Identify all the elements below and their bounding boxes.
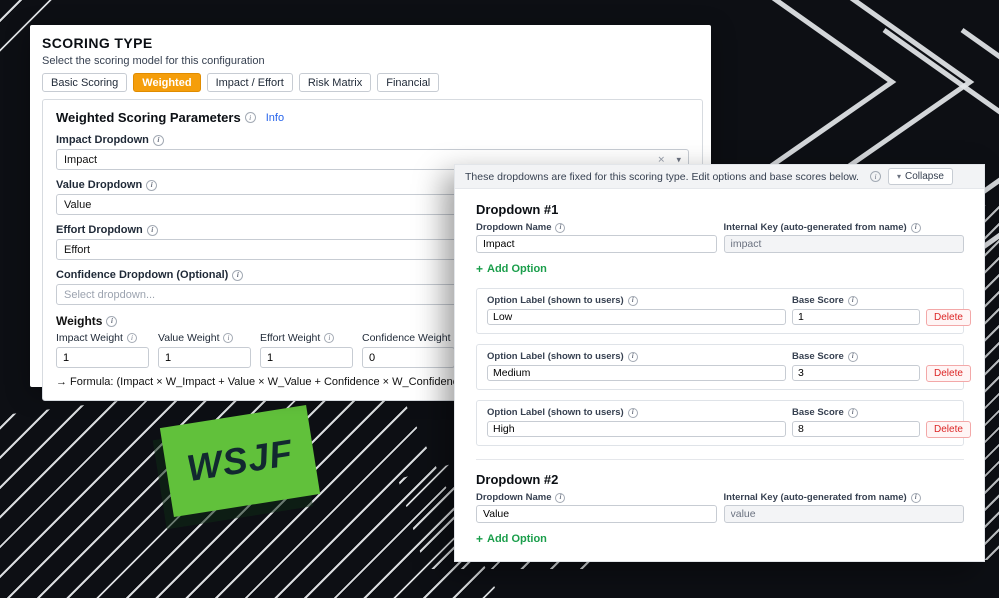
- info-icon[interactable]: [555, 492, 566, 503]
- dropdown-2-field-labels: Dropdown Name Internal Key (auto-generat…: [476, 492, 964, 503]
- effort-weight-label: Effort Weight: [260, 332, 353, 344]
- info-icon[interactable]: [847, 351, 858, 362]
- tab-risk-matrix[interactable]: Risk Matrix: [298, 73, 372, 92]
- base-score-caption: Base Score: [792, 351, 920, 362]
- page-subtitle: Select the scoring model for this config…: [42, 55, 265, 67]
- impact-weight-label: Impact Weight: [56, 332, 149, 344]
- info-icon[interactable]: [910, 492, 921, 503]
- option-row: Option Label (shown to users) Base Score…: [476, 344, 971, 390]
- option-label-caption: Option Label (shown to users): [487, 351, 786, 362]
- chevron-down-icon: [897, 171, 901, 182]
- info-icon[interactable]: [627, 407, 638, 418]
- add-option-button[interactable]: Add Option: [476, 262, 547, 276]
- dropdown-name-label: Dropdown Name: [476, 492, 717, 503]
- section-divider: [476, 459, 964, 460]
- dropdown-2-name-input[interactable]: [476, 505, 717, 523]
- option-row: Option Label (shown to users) Base Score…: [476, 400, 971, 446]
- delete-option-button[interactable]: Delete: [926, 421, 971, 438]
- confidence-weight-input[interactable]: [362, 347, 455, 368]
- base-score-caption: Base Score: [792, 407, 920, 418]
- option-label-input[interactable]: [487, 365, 786, 381]
- internal-key-label: Internal Key (auto-generated from name): [724, 492, 965, 503]
- value-weight-input[interactable]: [158, 347, 251, 368]
- impact-dropdown-label-text: Impact Dropdown: [56, 134, 149, 146]
- confidence-weight-label: Confidence Weight: [362, 332, 465, 344]
- tab-basic-scoring[interactable]: Basic Scoring: [42, 73, 128, 92]
- collapse-label: Collapse: [905, 171, 944, 182]
- value-weight-label: Value Weight: [158, 332, 251, 344]
- delete-option-button[interactable]: Delete: [926, 309, 971, 326]
- option-label-input[interactable]: [487, 421, 786, 437]
- info-icon[interactable]: [627, 351, 638, 362]
- add-option-button[interactable]: Add Option: [476, 532, 547, 546]
- scoring-model-tabs: Basic Scoring Weighted Impact / Effort R…: [42, 73, 703, 92]
- base-score-caption: Base Score: [792, 295, 920, 306]
- info-icon[interactable]: [555, 222, 566, 233]
- value-dropdown-label-text: Value Dropdown: [56, 179, 143, 191]
- weights-heading-text: Weights: [56, 314, 103, 328]
- info-icon[interactable]: [232, 269, 244, 281]
- info-icon[interactable]: [324, 333, 335, 343]
- tab-impact-effort[interactable]: Impact / Effort: [206, 73, 293, 92]
- section-title: Weighted Scoring Parameters: [56, 110, 241, 125]
- page-title: SCORING TYPE: [42, 35, 153, 51]
- notice-bar: These dropdowns are fixed for this scori…: [455, 165, 984, 189]
- dropdown-1-heading: Dropdown #1: [476, 202, 559, 217]
- info-icon[interactable]: [244, 112, 256, 123]
- tab-financial[interactable]: Financial: [377, 73, 440, 92]
- confidence-dropdown-label-text: Confidence Dropdown (Optional): [56, 269, 229, 281]
- section-header: Weighted Scoring Parameters Info: [56, 110, 689, 125]
- internal-key-label: Internal Key (auto-generated from name): [724, 222, 965, 233]
- option-row: Option Label (shown to users) Base Score…: [476, 288, 971, 334]
- option-label-caption: Option Label (shown to users): [487, 295, 786, 306]
- info-icon[interactable]: [869, 171, 881, 182]
- base-score-input[interactable]: [792, 309, 920, 325]
- base-score-input[interactable]: [792, 365, 920, 381]
- dropdown-editor-panel: These dropdowns are fixed for this scori…: [454, 164, 985, 562]
- info-icon[interactable]: [152, 134, 164, 146]
- dropdown-2-field-inputs: [476, 505, 964, 523]
- base-score-input[interactable]: [792, 421, 920, 437]
- effort-weight-input[interactable]: [260, 347, 353, 368]
- dropdown-2-heading: Dropdown #2: [476, 472, 559, 487]
- dropdown-1-field-inputs: [476, 235, 964, 253]
- info-icon[interactable]: [910, 222, 921, 233]
- collapse-button[interactable]: Collapse: [887, 168, 953, 185]
- info-link[interactable]: Info: [266, 112, 284, 124]
- dropdown-2-key-input: [723, 505, 964, 523]
- plus-icon: [476, 532, 483, 546]
- dropdown-1-name-input[interactable]: [476, 235, 717, 253]
- impact-dropdown-label: Impact Dropdown: [56, 134, 689, 146]
- info-icon[interactable]: [126, 333, 137, 343]
- option-label-input[interactable]: [487, 309, 786, 325]
- dropdown-1-field-labels: Dropdown Name Internal Key (auto-generat…: [476, 222, 964, 233]
- impact-weight-input[interactable]: [56, 347, 149, 368]
- info-icon[interactable]: [847, 407, 858, 418]
- info-icon[interactable]: [106, 315, 118, 327]
- tab-weighted[interactable]: Weighted: [133, 73, 201, 92]
- editor-body: Dropdown #1 Dropdown Name Internal Key (…: [455, 189, 984, 548]
- option-label-caption: Option Label (shown to users): [487, 407, 786, 418]
- effort-dropdown-label-text: Effort Dropdown: [56, 224, 143, 236]
- info-icon[interactable]: [847, 295, 858, 306]
- info-icon[interactable]: [146, 224, 158, 236]
- background-stripes-rightedge: [983, 205, 999, 560]
- plus-icon: [476, 262, 483, 276]
- info-icon[interactable]: [146, 179, 158, 191]
- notice-text: These dropdowns are fixed for this scori…: [465, 170, 859, 183]
- delete-option-button[interactable]: Delete: [926, 365, 971, 382]
- dropdown-1-key-input: [723, 235, 964, 253]
- info-icon[interactable]: [627, 295, 638, 306]
- info-icon[interactable]: [223, 333, 234, 343]
- dropdown-name-label: Dropdown Name: [476, 222, 717, 233]
